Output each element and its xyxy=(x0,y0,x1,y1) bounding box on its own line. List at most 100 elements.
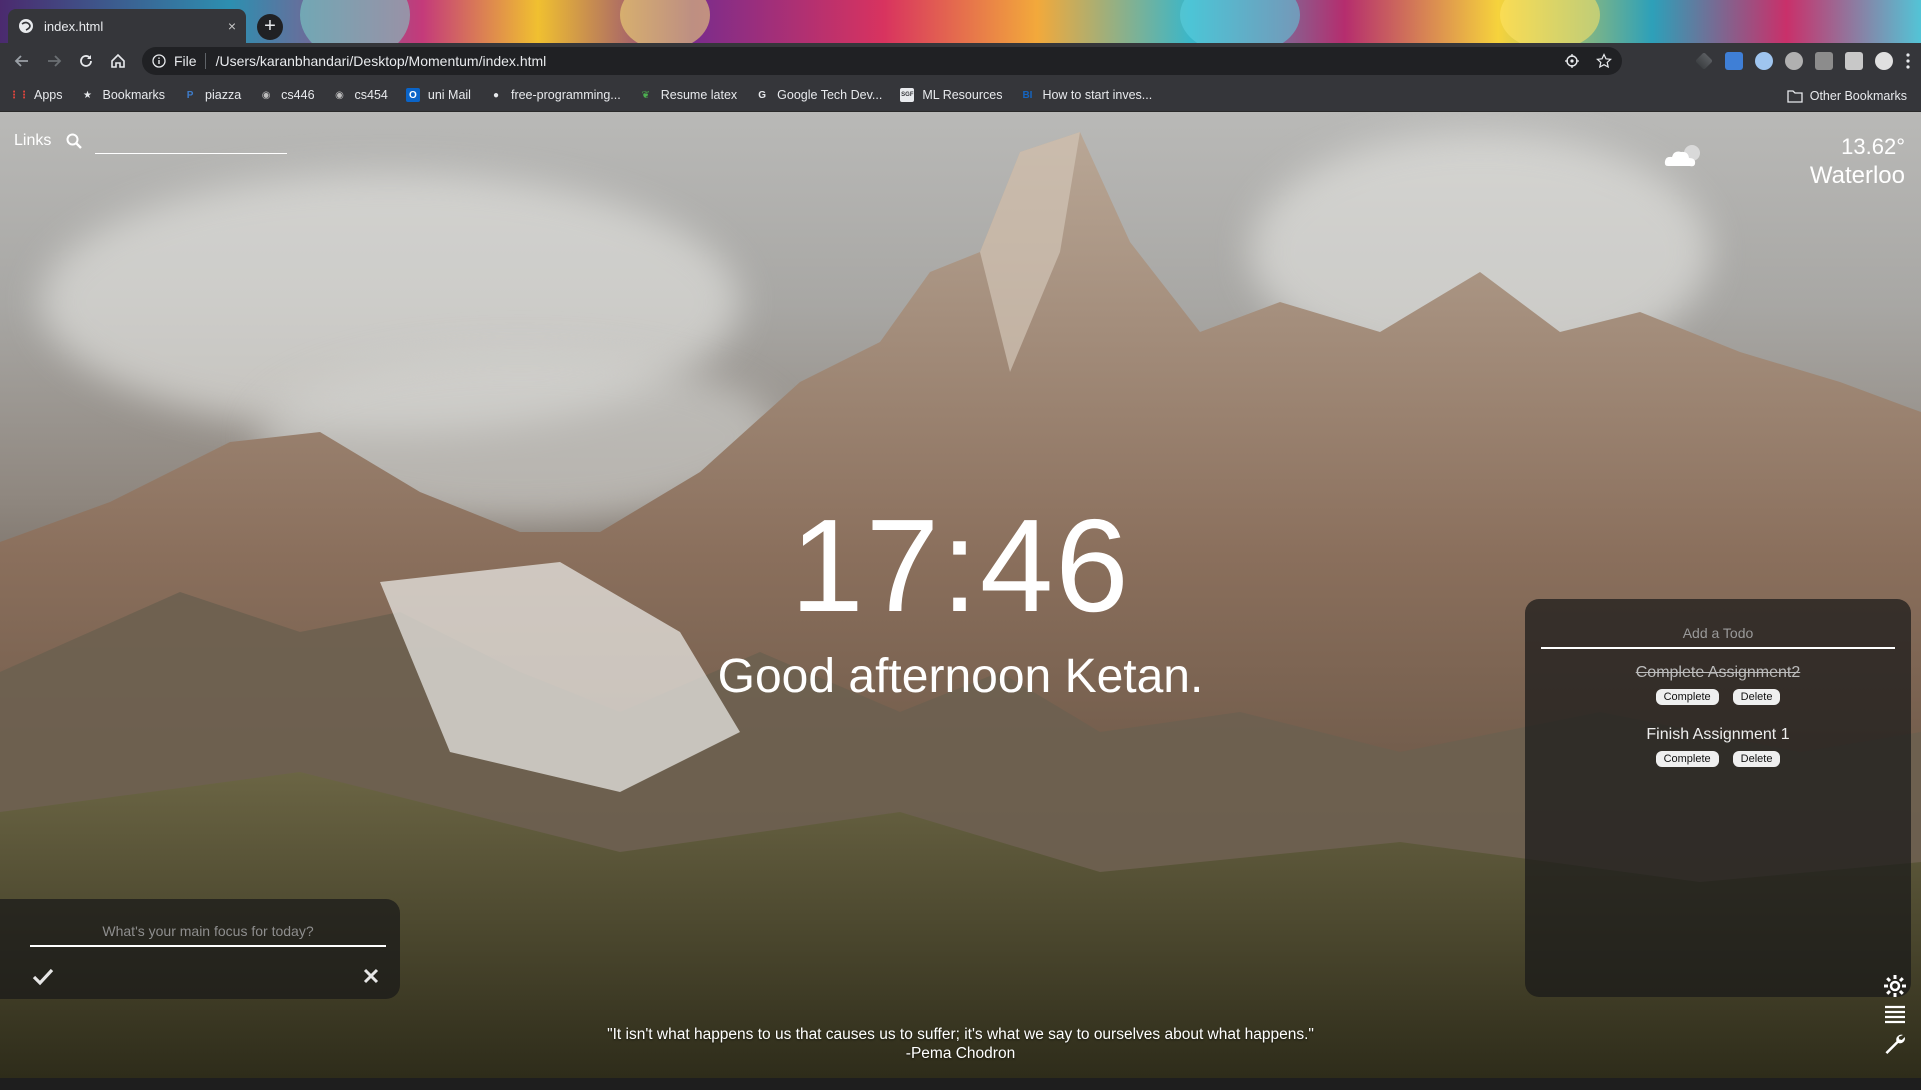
bookmark-item[interactable]: SGF ML Resources xyxy=(900,88,1002,102)
extension-cloud-icon[interactable] xyxy=(1785,52,1803,70)
todo-text: Complete Assignment2 xyxy=(1635,664,1801,681)
delete-todo-button[interactable]: Delete xyxy=(1732,689,1781,705)
location-icon[interactable] xyxy=(1564,53,1580,69)
extension-mail-icon[interactable] xyxy=(1845,52,1863,70)
bookmark-label: Apps xyxy=(34,88,63,102)
wallpaper-shape xyxy=(620,0,710,43)
weather-temperature: 13.62° xyxy=(1841,134,1905,159)
side-tools xyxy=(1883,974,1907,1056)
bookmark-label: Resume latex xyxy=(660,88,738,102)
quote-author: -Pema Chodron xyxy=(905,1045,1016,1062)
forward-button[interactable] xyxy=(38,45,70,77)
bi-icon: BI xyxy=(1022,89,1033,101)
todo-text: Finish Assignment 1 xyxy=(1646,726,1790,743)
add-todo-input[interactable] xyxy=(1541,625,1895,641)
bookmark-label: How to start inves... xyxy=(1042,88,1153,102)
weather-widget: 13.62° Waterloo xyxy=(1810,134,1905,190)
browser-tab[interactable]: index.html × xyxy=(8,9,246,43)
url-text[interactable]: /Users/karanbhandari/Desktop/Momentum/in… xyxy=(216,53,1564,69)
apps-grid-icon: ⋮⋮ xyxy=(9,89,29,101)
profile-avatar[interactable] xyxy=(1875,52,1893,70)
focus-input-wrapper xyxy=(30,923,386,947)
globe-icon: ◉ xyxy=(335,89,344,101)
bookmark-item[interactable]: ❦ Resume latex xyxy=(639,88,738,102)
complete-todo-button[interactable]: Complete xyxy=(1655,751,1719,767)
new-tab-button[interactable]: + xyxy=(257,14,283,40)
quote: "It isn't what happens to us that causes… xyxy=(0,1025,1921,1063)
search-icon[interactable] xyxy=(65,132,83,150)
bookmark-item[interactable]: BI How to start inves... xyxy=(1020,88,1152,102)
bookmark-label: free-programming... xyxy=(510,88,621,102)
back-button[interactable] xyxy=(6,45,38,77)
home-button[interactable] xyxy=(102,45,134,77)
extension-icon[interactable] xyxy=(1695,52,1713,70)
focus-panel xyxy=(0,899,400,999)
links-button[interactable]: Links xyxy=(14,132,51,150)
url-scheme: File xyxy=(174,53,206,69)
complete-todo-button[interactable]: Complete xyxy=(1655,689,1719,705)
other-bookmarks[interactable]: Other Bookmarks xyxy=(1787,79,1907,112)
browser-toolbar: File /Users/karanbhandari/Desktop/Moment… xyxy=(0,43,1921,79)
extension-book-icon[interactable] xyxy=(1815,52,1833,70)
bookmark-label: Bookmarks xyxy=(102,88,166,102)
piazza-icon: P xyxy=(186,89,194,101)
globe-icon xyxy=(19,19,33,33)
main-focus-input[interactable] xyxy=(30,923,386,939)
menu-kebab-icon[interactable] xyxy=(1905,52,1911,70)
search-input[interactable] xyxy=(95,153,288,154)
gear-icon[interactable] xyxy=(1883,974,1907,998)
bookmark-label: cs454 xyxy=(354,88,388,102)
extension-shield-icon[interactable] xyxy=(1755,52,1773,70)
bookmark-item[interactable]: G Google Tech Dev... xyxy=(755,88,882,102)
arrow-right-icon xyxy=(48,55,62,67)
arrow-left-icon xyxy=(14,55,28,67)
folder-icon xyxy=(1787,89,1803,103)
close-icon[interactable] xyxy=(363,968,379,984)
wrench-icon[interactable] xyxy=(1883,1032,1907,1056)
todo-input-wrapper xyxy=(1541,625,1895,649)
home-icon xyxy=(111,53,125,68)
close-tab-icon[interactable]: × xyxy=(228,18,236,34)
google-icon: G xyxy=(758,89,767,101)
todo-item: Complete Assignment2 Complete Delete xyxy=(1525,664,1911,705)
extension-calendar-icon[interactable] xyxy=(1725,52,1743,70)
address-bar[interactable]: File /Users/karanbhandari/Desktop/Moment… xyxy=(142,47,1622,75)
tab-title: index.html xyxy=(44,18,104,34)
globe-icon: ◉ xyxy=(261,89,271,101)
star-icon: ★ xyxy=(83,89,92,101)
momentum-page: Links 13.62° Waterloo 17:46 Good afterno… xyxy=(0,112,1921,1078)
bookmark-item[interactable]: ⋮⋮ Apps xyxy=(9,88,63,102)
list-icon[interactable] xyxy=(1883,1004,1907,1026)
bookmark-item[interactable]: ◉ cs446 xyxy=(259,88,315,102)
tab-strip: index.html × + xyxy=(0,0,1921,43)
bookmark-item[interactable]: Ouni Mail xyxy=(405,88,471,102)
bookmark-item[interactable]: ◉ cs454 xyxy=(333,88,388,102)
links-bar: Links xyxy=(14,132,288,154)
delete-todo-button[interactable]: Delete xyxy=(1732,751,1781,767)
todo-panel: Complete Assignment2 Complete Delete Fin… xyxy=(1525,599,1911,997)
info-icon[interactable] xyxy=(152,54,166,68)
weather-city: Waterloo xyxy=(1809,162,1905,189)
bookmark-item[interactable]: ● free-programming... xyxy=(489,88,621,102)
bottom-strip xyxy=(0,1078,1921,1090)
star-icon[interactable] xyxy=(1596,53,1612,69)
sgf-icon: SGF xyxy=(900,88,915,102)
reload-icon xyxy=(80,55,92,67)
github-icon: ● xyxy=(492,89,499,101)
bookmark-item[interactable]: Ppiazza xyxy=(183,88,241,102)
wallpaper-shape xyxy=(1180,0,1300,43)
cloudy-icon xyxy=(1664,145,1700,167)
wallpaper-shape xyxy=(1500,0,1600,43)
checkmark-icon[interactable] xyxy=(32,967,54,987)
outlook-icon: O xyxy=(405,88,420,102)
bookmark-label: ML Resources xyxy=(922,88,1003,102)
quote-text: "It isn't what happens to us that causes… xyxy=(607,1026,1314,1043)
bookmark-label: piazza xyxy=(205,88,242,102)
bookmark-item[interactable]: ★ Bookmarks xyxy=(81,88,166,102)
leaf-icon: ❦ xyxy=(641,89,650,101)
reload-button[interactable] xyxy=(70,45,102,77)
bookmark-label: cs446 xyxy=(281,88,315,102)
wallpaper-shape xyxy=(300,0,410,43)
bookmarks-bar: ⋮⋮ Apps ★ Bookmarks Ppiazza ◉ cs446 ◉ cs454 Ouni … xyxy=(0,79,1921,112)
other-bookmarks-label: Other Bookmarks xyxy=(1809,88,1907,103)
